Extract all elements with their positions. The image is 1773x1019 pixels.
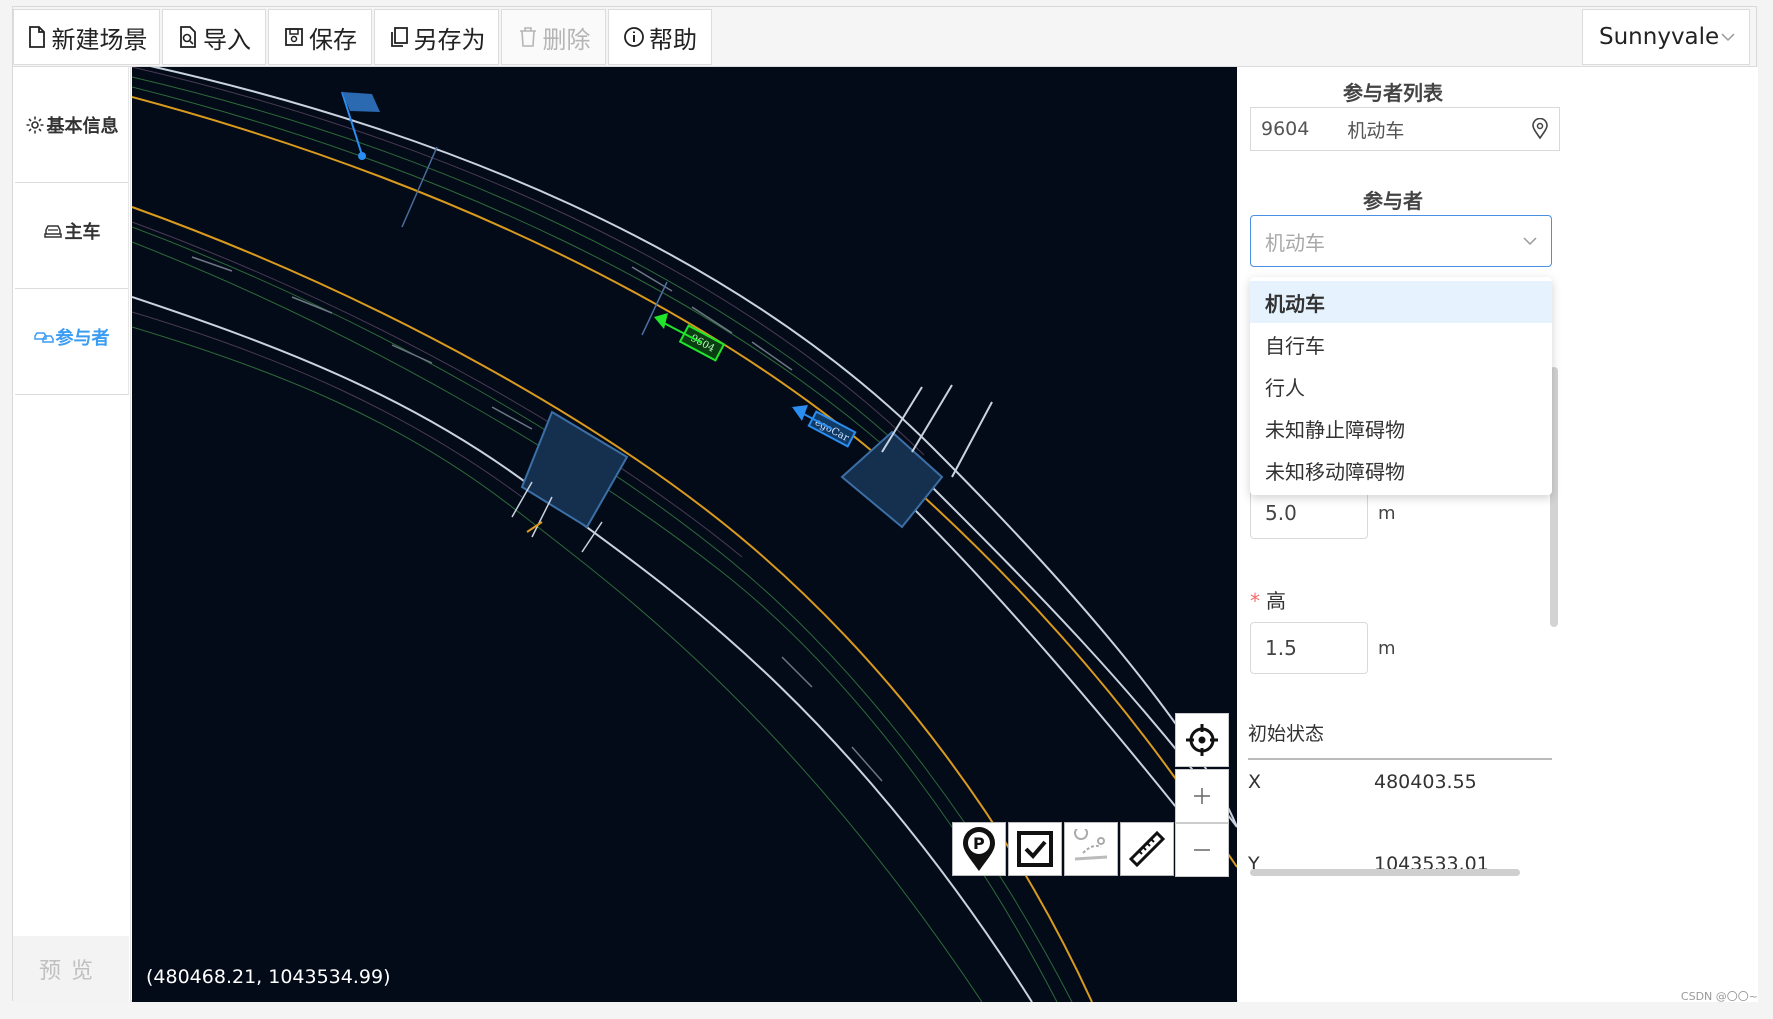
parking-pin-icon: P: [963, 827, 995, 871]
route-icon: [1074, 829, 1108, 861]
import-icon: [180, 26, 196, 48]
info-icon: [624, 27, 644, 47]
dropdown-option-static-obstacle[interactable]: 未知静止障碍物: [1250, 407, 1552, 449]
chevron-down-icon: [1721, 33, 1735, 42]
nav-basic-info[interactable]: 基本信息: [15, 67, 129, 183]
new-scene-button[interactable]: 新建场景: [13, 9, 160, 65]
participant-list-item[interactable]: 9604 机动车: [1250, 107, 1560, 151]
help-button[interactable]: 帮助: [608, 9, 712, 65]
save-as-button[interactable]: 另存为: [374, 9, 499, 65]
width-unit: m: [1378, 503, 1396, 524]
dropdown-option-bicycle[interactable]: 自行车: [1250, 323, 1552, 365]
cursor-coordinates: (480468.21, 1043534.99): [146, 966, 391, 988]
height-unit: m: [1378, 638, 1396, 659]
dropdown-option-moving-obstacle[interactable]: 未知移动障碍物: [1250, 449, 1552, 491]
participant-type: 机动车: [1347, 119, 1405, 142]
initial-state-header: 初始状态: [1248, 719, 1552, 760]
check-tool-button[interactable]: [1008, 822, 1062, 876]
crosshair-icon: [1186, 724, 1218, 756]
copy-icon: [390, 27, 408, 47]
chevron-down-icon: [1523, 237, 1537, 246]
preview-label: 预览: [38, 959, 103, 984]
ruler-icon: [1128, 830, 1166, 868]
left-nav: 基本信息 主车 参与者 预览: [13, 67, 131, 1002]
height-label-text: 高: [1266, 589, 1286, 613]
minus-icon: [1194, 849, 1210, 851]
x-row: X 480403.55: [1248, 771, 1552, 793]
height-label: * 高: [1250, 589, 1286, 613]
help-label: 帮助: [649, 25, 697, 54]
trash-icon: [519, 27, 536, 47]
x-label: X: [1248, 771, 1262, 793]
toolbar: 新建场景 导入 保存 另存为 删除 帮助 Sunnyvale: [13, 7, 1756, 67]
import-button[interactable]: 导入: [162, 9, 266, 65]
nav-basic-info-label: 基本信息: [46, 115, 119, 137]
nav-participants[interactable]: 参与者: [15, 279, 129, 395]
map-canvas[interactable]: 9604 egoCar (480468.21, 1043534.99) P: [132, 67, 1237, 1002]
route-tool-button[interactable]: [1064, 822, 1118, 876]
locate-button[interactable]: [1175, 713, 1229, 767]
participant-list-title: 参与者列表: [1343, 81, 1443, 105]
nav-participants-label: 参与者: [55, 327, 110, 349]
gear-icon: [26, 116, 43, 133]
checkbox-icon: [1017, 831, 1053, 867]
svg-text:P: P: [973, 834, 985, 853]
location-pin-icon[interactable]: [1531, 118, 1549, 140]
save-label: 保存: [309, 25, 357, 54]
right-panel: 参与者列表 9604 机动车 参与者 机动车 机动车 自行车 行人 未知静止障碍…: [1238, 67, 1758, 1002]
import-label: 导入: [203, 25, 251, 54]
zoom-out-button[interactable]: [1175, 823, 1229, 877]
new-scene-label: 新建场景: [51, 25, 148, 54]
x-value[interactable]: 480403.55: [1374, 771, 1477, 793]
car-icon: [43, 224, 62, 238]
app-window: 新建场景 导入 保存 另存为 删除 帮助 Sunnyvale 基本信息 主车 参…: [12, 6, 1758, 1002]
file-icon: [28, 26, 45, 48]
participant-id: 9604: [1261, 118, 1310, 140]
watermark: CSDN @〇〇~: [1680, 990, 1758, 1002]
save-icon: [285, 28, 303, 46]
city-select-value: Sunnyvale: [1599, 24, 1720, 50]
height-input[interactable]: 1.5: [1250, 622, 1368, 674]
ruler-tool-button[interactable]: [1120, 822, 1174, 876]
dropdown-option-motor-vehicle[interactable]: 机动车: [1250, 281, 1552, 323]
participant-type-dropdown: 机动车 自行车 行人 未知静止障碍物 未知移动障碍物: [1250, 277, 1552, 495]
city-select[interactable]: Sunnyvale: [1582, 9, 1750, 65]
parking-tool-button[interactable]: P: [952, 822, 1006, 876]
nav-main-car[interactable]: 主车: [15, 173, 129, 289]
delete-button[interactable]: 删除: [501, 9, 606, 65]
plus-icon: [1194, 788, 1210, 804]
zoom-in-button[interactable]: [1175, 769, 1229, 823]
cars-icon: [33, 331, 54, 343]
participant-type-select[interactable]: 机动车: [1250, 215, 1552, 267]
flag-marker[interactable]: [341, 91, 380, 160]
dropdown-option-pedestrian[interactable]: 行人: [1250, 365, 1552, 407]
save-as-label: 另存为: [413, 25, 486, 54]
preview-button[interactable]: 预览: [13, 936, 129, 1002]
participant-type-select-value: 机动车: [1265, 230, 1325, 255]
nav-main-car-label: 主车: [64, 221, 101, 243]
participant-section-title: 参与者: [1363, 189, 1423, 213]
horizontal-scrollbar[interactable]: [1250, 869, 1520, 876]
save-button[interactable]: 保存: [268, 9, 372, 65]
delete-label: 删除: [542, 25, 591, 54]
